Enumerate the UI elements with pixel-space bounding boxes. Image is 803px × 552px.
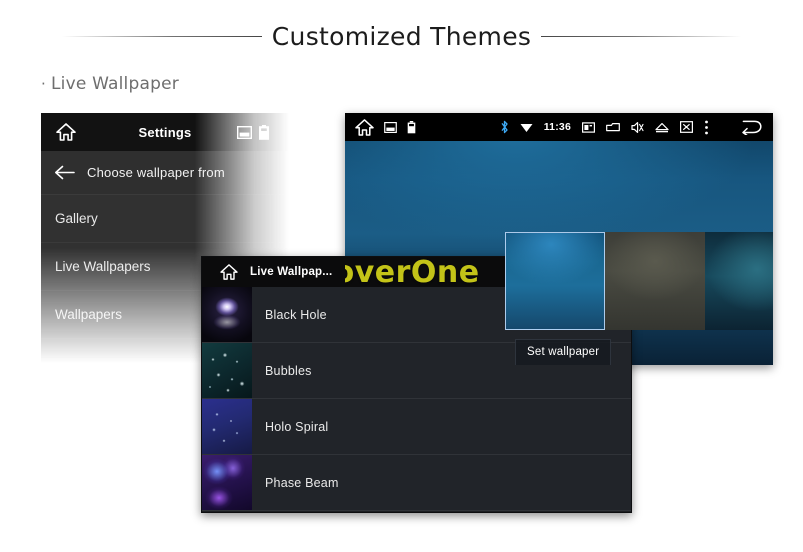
- home-icon[interactable]: [214, 264, 244, 280]
- picture-icon[interactable]: [384, 121, 397, 133]
- live-wallpaper-row-holo-spiral[interactable]: Holo Spiral: [202, 399, 631, 455]
- section-label-live-wallpaper: · Live Wallpaper: [41, 74, 179, 94]
- bubbles-thumb: [202, 343, 252, 398]
- folder-icon[interactable]: [606, 122, 620, 132]
- live-wallpaper-label: Black Hole: [265, 307, 327, 322]
- settings-row-label: Live Wallpapers: [55, 259, 151, 274]
- phase-beam-thumb: [202, 455, 252, 510]
- eject-icon[interactable]: [655, 122, 669, 133]
- live-wallpaper-row-phase-beam[interactable]: Phase Beam: [202, 455, 631, 511]
- title-rule-left: [61, 35, 262, 37]
- black-hole-thumb: [202, 287, 252, 342]
- choose-wallpaper-title: Choose wallpaper from: [87, 165, 225, 180]
- settings-row-label: Wallpapers: [55, 307, 123, 322]
- back-arrow-icon[interactable]: [738, 119, 763, 135]
- live-wallpapers-title: Live Wallpap...: [250, 266, 333, 278]
- live-wallpaper-label: Phase Beam: [265, 475, 339, 490]
- back-arrow-icon[interactable]: [41, 165, 87, 180]
- choose-wallpaper-subbar: Choose wallpaper from: [41, 151, 289, 195]
- wallpaper-thumb-teal[interactable]: [705, 232, 773, 330]
- wifi-icon[interactable]: [520, 122, 533, 133]
- page-root: Customized Themes · Live Wallpaper Settin…: [0, 0, 803, 552]
- wallpaper-thumb-grey[interactable]: [605, 232, 705, 330]
- set-wallpaper-button[interactable]: Set wallpaper: [515, 339, 612, 365]
- bluetooth-icon[interactable]: [500, 120, 509, 134]
- sd-card-icon[interactable]: [582, 121, 595, 133]
- home-icon[interactable]: [51, 123, 81, 141]
- wallpaper-thumbnail-strip: [505, 232, 773, 330]
- live-wallpaper-label: Bubbles: [265, 363, 312, 378]
- wallpaper-thumb-blue[interactable]: [505, 232, 605, 330]
- rover-one-watermark: RoverOne: [345, 255, 480, 290]
- page-title: Customized Themes: [271, 21, 532, 51]
- section-label-text: Live Wallpaper: [50, 74, 179, 94]
- settings-row-gallery[interactable]: Gallery: [41, 195, 289, 243]
- statusbar-clock: 11:36: [543, 121, 571, 133]
- battery-icon[interactable]: [407, 120, 416, 134]
- settings-title: Settings: [138, 124, 192, 140]
- live-wallpaper-label: Holo Spiral: [265, 419, 329, 434]
- page-title-row: Customized Themes: [0, 18, 803, 54]
- overflow-menu-icon[interactable]: [704, 120, 709, 135]
- mute-speaker-icon[interactable]: [631, 121, 644, 134]
- title-rule-right: [541, 35, 742, 37]
- home-icon[interactable]: [355, 118, 374, 136]
- close-box-icon[interactable]: [680, 121, 693, 133]
- settings-header-icons: [237, 124, 279, 140]
- preview-statusbar: 11:36: [345, 113, 773, 141]
- settings-row-label: Gallery: [55, 211, 98, 226]
- battery-icon[interactable]: [259, 124, 269, 140]
- bullet-dot: ·: [41, 75, 46, 93]
- statusbar-left-icons: [355, 118, 416, 136]
- statusbar-right-icons: 11:36: [500, 119, 763, 135]
- settings-header: Settings: [41, 113, 289, 151]
- picture-icon[interactable]: [237, 125, 252, 139]
- holo-spiral-thumb: [202, 399, 252, 454]
